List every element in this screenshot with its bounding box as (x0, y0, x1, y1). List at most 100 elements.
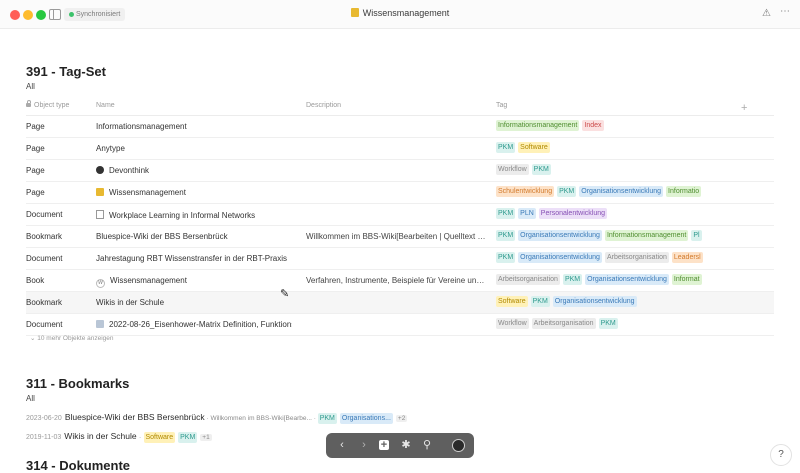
tag-chip[interactable]: Arbeitsorganisation (496, 274, 560, 285)
tag-chip[interactable]: Arbeitsorganisation (604, 252, 669, 263)
description-cell[interactable]: Verfahren, Instrumente, Beispiele für Ve… (306, 276, 486, 285)
tag-chip[interactable]: PLN (518, 208, 536, 219)
tag-chip[interactable]: PKM (496, 252, 516, 263)
table-header: Object type Name Description Tag + (26, 96, 774, 116)
more-options-icon[interactable]: ⋯ (780, 6, 790, 17)
tag-chip[interactable]: Arbeitsorganisation (531, 318, 596, 329)
object-name-cell[interactable]: W Wissensmanagement (96, 276, 292, 288)
table-row[interactable]: Bookmark Bluespice-Wiki der BBS Bersenbrü… (26, 226, 774, 248)
tag-chip[interactable]: Software (518, 142, 550, 153)
tag-chip[interactable]: Software (496, 296, 528, 307)
object-name-text: Devonthink (109, 166, 150, 175)
tag-chip[interactable]: Organisationsentwicklung (579, 186, 664, 197)
tag-chip[interactable]: PKM (496, 230, 516, 241)
table-row[interactable]: Document Workplace Learning in Informal N… (26, 204, 774, 226)
more-tags-badge[interactable]: +1 (200, 434, 212, 441)
tag-chip[interactable]: Leadersl (671, 252, 703, 263)
set-view-tab[interactable]: All (26, 82, 35, 91)
table-row[interactable]: Bookmark Wikis in der Schule Software PKM Or… (26, 292, 774, 314)
object-name-cell[interactable]: Wissensmanagement (96, 188, 292, 197)
column-header-type[interactable]: Object type (26, 100, 69, 109)
tag-cell[interactable]: PKM PLN Personalentwicklung (496, 208, 726, 219)
tag-chip[interactable]: PKM (557, 186, 577, 197)
more-tags-badge[interactable]: +2 (395, 415, 408, 422)
tag-cell[interactable]: PKM Software (496, 142, 726, 153)
bookmark-name[interactable]: Wikis in der Schule (64, 431, 136, 441)
object-name-text: 2022-08-26_Eisenhower-Matrix Definition,… (109, 320, 292, 329)
search-icon[interactable]: ⚲ (420, 438, 434, 452)
tag-cell[interactable]: PKM Organisationsentwicklung Arbeitsorgani… (496, 252, 726, 263)
tag-chip[interactable]: Workflow (496, 164, 529, 175)
table-row[interactable]: Page Devonthink Workflow PKM (26, 160, 774, 182)
column-header-name[interactable]: Name (96, 102, 115, 109)
tag-chip[interactable]: Software (143, 432, 176, 443)
column-header-description[interactable]: Description (306, 102, 341, 109)
object-name-cell[interactable]: 2022-08-26_Eisenhower-Matrix Definition,… (96, 320, 292, 329)
table-body: Page Informationsmanagement Informationsma… (26, 116, 774, 336)
object-type-cell: Page (26, 188, 45, 197)
tag-chip[interactable]: Schulentwicklung (496, 186, 555, 197)
tag-cell[interactable]: Schulentwicklung PKM Organisationsentwickl… (496, 186, 726, 197)
object-name-cell[interactable]: Informationsmanagement (96, 122, 292, 131)
object-name-cell[interactable]: Devonthink (96, 166, 292, 175)
set-view-tab[interactable]: All (26, 394, 35, 403)
set-title[interactable]: 311 - Bookmarks (26, 376, 129, 391)
table-row[interactable]: Page Wissensmanagement Schulentwicklung PKM… (26, 182, 774, 204)
tag-chip[interactable]: PKM (496, 208, 516, 219)
tag-cell[interactable]: PKM Organisationsentwicklung Informationsm… (496, 230, 726, 241)
object-type-cell: Page (26, 166, 45, 175)
object-name-cell[interactable]: Wikis in der Schule (96, 298, 292, 307)
object-name-cell[interactable]: Workplace Learning in Informal Networks (96, 210, 292, 220)
tag-chip[interactable]: Index (582, 120, 604, 131)
object-name-cell[interactable]: Anytype (96, 144, 292, 153)
list-item[interactable]: 2019-11-03 Wikis in der Schule · Software… (26, 431, 212, 443)
tag-chip[interactable]: Pl (691, 230, 702, 241)
object-name-cell[interactable]: Bluespice-Wiki der BBS Bersenbrück (96, 232, 292, 241)
forward-arrow-icon[interactable]: › (357, 438, 371, 452)
tag-chip[interactable]: Informationsmanagement (604, 230, 689, 241)
table-row[interactable]: Page Anytype PKM Software (26, 138, 774, 160)
tag-chip[interactable]: Informat (671, 274, 702, 285)
set-title[interactable]: 391 - Tag-Set (26, 64, 106, 79)
tag-chip[interactable]: Organisationsentwicklung (518, 230, 602, 241)
tag-chip[interactable]: PKM (562, 274, 583, 285)
tag-chip[interactable]: PKM (530, 296, 550, 307)
tag-chip[interactable]: PKM (178, 432, 198, 443)
warning-icon[interactable]: ⚠ (762, 8, 771, 19)
tag-chip[interactable]: Personalentwicklung (538, 208, 607, 219)
tag-chip[interactable]: Informatio (666, 186, 702, 197)
tag-chip[interactable]: Organisationsentwicklung (585, 274, 669, 285)
add-column-icon[interactable]: + (741, 102, 747, 114)
tag-chip[interactable]: Organisations... (339, 413, 393, 424)
back-arrow-icon[interactable]: ‹ (335, 438, 349, 452)
tag-cell[interactable]: Workflow PKM (496, 164, 726, 175)
tag-chip[interactable]: Informationsmanagement (496, 120, 580, 131)
tag-chip[interactable]: PKM (531, 164, 551, 175)
tag-cell[interactable]: Workflow Arbeitsorganisation PKM (496, 318, 726, 329)
table-row[interactable]: Page Informationsmanagement Informationsma… (26, 116, 774, 138)
tag-chip[interactable]: PKM (496, 142, 516, 153)
column-header-tag[interactable]: Tag (496, 102, 507, 109)
tag-chip[interactable]: PKM (317, 413, 337, 424)
list-item[interactable]: 2023-06-20 Bluespice-Wiki der BBS Bersenb… (26, 412, 408, 424)
help-button[interactable]: ? (770, 444, 792, 466)
tag-cell[interactable]: Arbeitsorganisation PKM Organisationsentwi… (496, 274, 726, 285)
set-title[interactable]: 314 - Dokumente (26, 458, 130, 473)
window-title: Wissensmanagement (0, 8, 800, 18)
description-cell[interactable]: Willkommen im BBS-Wiki[Bearbeiten | Quel… (306, 232, 486, 241)
bookmark-name[interactable]: Bluespice-Wiki der BBS Bersenbrück (65, 412, 205, 422)
show-more-link[interactable]: ⌄ 10 mehr Objekte anzeigen (30, 334, 114, 342)
table-row[interactable]: Book W Wissensmanagement Verfahren, Instrum… (26, 270, 774, 292)
tag-chip[interactable]: Organisationsentwicklung (518, 252, 602, 263)
object-type-cell: Page (26, 144, 45, 153)
tag-chip[interactable]: PKM (598, 318, 618, 329)
object-name-cell[interactable]: Jahrestagung RBT Wissenstransfer in der … (96, 254, 292, 263)
table-row[interactable]: Document Jahrestagung RBT Wissenstransfer… (26, 248, 774, 270)
tag-cell[interactable]: Informationsmanagement Index (496, 120, 726, 131)
object-type-cell: Document (26, 320, 63, 329)
graph-icon[interactable]: ✱ (399, 438, 413, 452)
tag-chip[interactable]: Organisationsentwicklung (552, 296, 637, 307)
tag-chip[interactable]: Workflow (496, 318, 529, 329)
tag-cell[interactable]: Software PKM Organisationsentwicklung (496, 296, 726, 307)
table-row[interactable]: Document 2022-08-26_Eisenhower-Matrix Def… (26, 314, 774, 336)
